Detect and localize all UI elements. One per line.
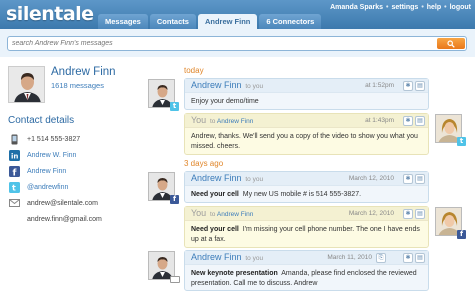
contact-email[interactable]: andrew@silentale.com (27, 200, 98, 207)
message-body: Enjoy your demo/time (191, 98, 259, 105)
message-text: My new US mobile # is 514 555-3827. (242, 191, 362, 198)
message-subject: New keynote presentation (191, 270, 278, 277)
tab-messages[interactable]: Messages (98, 14, 148, 29)
message-time: March 11, 2010 (327, 254, 372, 261)
message-sender[interactable]: Andrew Finn to you (191, 80, 263, 90)
tag-icon[interactable]: ▤ (415, 116, 425, 126)
contact-row-twitter: t @andrewfinn (8, 179, 102, 195)
message-sender[interactable]: You to Andrew Finn (191, 115, 253, 125)
message-item[interactable]: Andrew Finn to you March 12, 2010 ✱ ▤ Ne… (184, 171, 429, 203)
attachment-icon[interactable]: ⎘ (376, 253, 386, 263)
search-box (7, 36, 467, 51)
facebook-icon: f (457, 230, 466, 239)
star-icon[interactable]: ✱ (403, 81, 413, 91)
message-item[interactable]: Andrew Finn to you at 1:52pm ✱ ▤ Enjoy y… (184, 78, 429, 110)
message-header: Andrew Finn to you at 1:52pm ✱ ▤ (185, 79, 428, 93)
linkedin-icon: in (8, 149, 20, 161)
contact-name: Andrew Finn (51, 66, 116, 78)
message-time: March 12, 2010 (348, 210, 394, 217)
contact-row-facebook: f Andrew Finn (8, 163, 102, 179)
message-sender[interactable]: Andrew Finn to you (191, 173, 263, 183)
phone-icon (8, 134, 20, 145)
message-item[interactable]: You to Andrew Finn at 1:43pm ✱ ▤ Andrew,… (184, 113, 429, 155)
tag-icon[interactable]: ▤ (415, 253, 425, 263)
contact-twitter-link[interactable]: @andrewfinn (27, 184, 68, 191)
star-icon[interactable]: ✱ (403, 174, 413, 184)
facebook-icon: f (8, 165, 20, 177)
message-time: March 12, 2010 (348, 175, 394, 182)
email-icon (170, 276, 180, 283)
message-time: at 1:43pm (365, 117, 394, 124)
email-icon (8, 198, 20, 209)
day-label-today: today (184, 66, 204, 75)
search-input[interactable] (8, 37, 428, 50)
contact-row-email-secondary: andrew.finn@gmail.com (8, 211, 102, 227)
message-item[interactable]: You to Andrew Finn March 12, 2010 ✱ ▤ Ne… (184, 206, 429, 248)
main-tabs: Messages Contacts Andrew Finn 6 Connecto… (98, 14, 323, 29)
tag-icon[interactable]: ▤ (415, 81, 425, 91)
svg-text:f: f (12, 168, 16, 177)
app-header: silentale Amanda Sparks • settings • help • lo… (0, 0, 475, 29)
svg-text:t: t (12, 183, 16, 192)
tab-connectors[interactable]: 6 Connectors (259, 14, 322, 29)
settings-link[interactable]: settings (391, 4, 418, 11)
tab-contact-andrew-finn[interactable]: Andrew Finn (197, 14, 258, 29)
message-subject: Need your cell (191, 226, 239, 233)
star-icon[interactable]: ✱ (403, 116, 413, 126)
user-name-link[interactable]: Amanda Sparks (330, 4, 383, 11)
contact-row-linkedin: in Andrew W. Finn (8, 147, 102, 163)
tag-icon[interactable]: ▤ (415, 209, 425, 219)
contact-facebook-link[interactable]: Andrew Finn (27, 168, 66, 175)
contact-linkedin-link[interactable]: Andrew W. Finn (27, 152, 76, 159)
message-header: Andrew Finn to you March 12, 2010 ✱ ▤ (185, 172, 428, 186)
message-header: You to Andrew Finn March 12, 2010 ✱ ▤ (185, 207, 428, 221)
message-item[interactable]: Andrew Finn to you March 11, 2010 ⎘ ✱ ▤ … (184, 250, 429, 291)
contact-details-heading: Contact details (8, 115, 75, 126)
message-body: Need your cell My new US mobile # is 514… (185, 186, 428, 204)
help-link[interactable]: help (427, 4, 441, 11)
message-count-link[interactable]: 1618 messages (51, 81, 104, 90)
app-logo[interactable]: silentale (6, 3, 94, 25)
svg-text:in: in (11, 152, 18, 160)
facebook-icon: f (170, 195, 179, 204)
twitter-icon: t (8, 181, 20, 193)
message-subject: Need your cell (191, 191, 239, 198)
contact-phone: +1 514 555-3827 (27, 135, 81, 143)
message-sender[interactable]: Andrew Finn to you (191, 252, 263, 262)
search-bar (0, 29, 475, 57)
contact-avatar (8, 66, 45, 103)
twitter-icon: t (170, 102, 179, 111)
message-body: New keynote presentation Amanda, please … (185, 265, 428, 293)
message-sender[interactable]: You to Andrew Finn (191, 208, 253, 218)
message-time: at 1:52pm (365, 82, 394, 89)
contact-row-phone: +1 514 555-3827 (8, 131, 102, 147)
message-header: You to Andrew Finn at 1:43pm ✱ ▤ (185, 114, 428, 128)
day-label-3-days-ago: 3 days ago (184, 159, 224, 168)
message-header: Andrew Finn to you March 11, 2010 ⎘ ✱ ▤ (185, 251, 428, 265)
search-icon (447, 40, 455, 48)
search-button[interactable] (437, 38, 465, 49)
message-body: Need your cell I'm missing your cell pho… (185, 221, 428, 249)
star-icon[interactable]: ✱ (403, 253, 413, 263)
tag-icon[interactable]: ▤ (415, 174, 425, 184)
logout-link[interactable]: logout (450, 4, 471, 11)
twitter-icon: t (457, 137, 466, 146)
tab-contacts[interactable]: Contacts (149, 14, 196, 29)
contact-email-secondary[interactable]: andrew.finn@gmail.com (27, 216, 102, 223)
star-icon[interactable]: ✱ (403, 209, 413, 219)
top-links: Amanda Sparks • settings • help • logout (330, 4, 471, 11)
contact-row-email: andrew@silentale.com (8, 195, 102, 211)
message-body: Andrew, thanks. We'll send you a copy of… (191, 133, 418, 150)
contact-details-list: +1 514 555-3827 in Andrew W. Finn f Andr… (8, 131, 102, 227)
